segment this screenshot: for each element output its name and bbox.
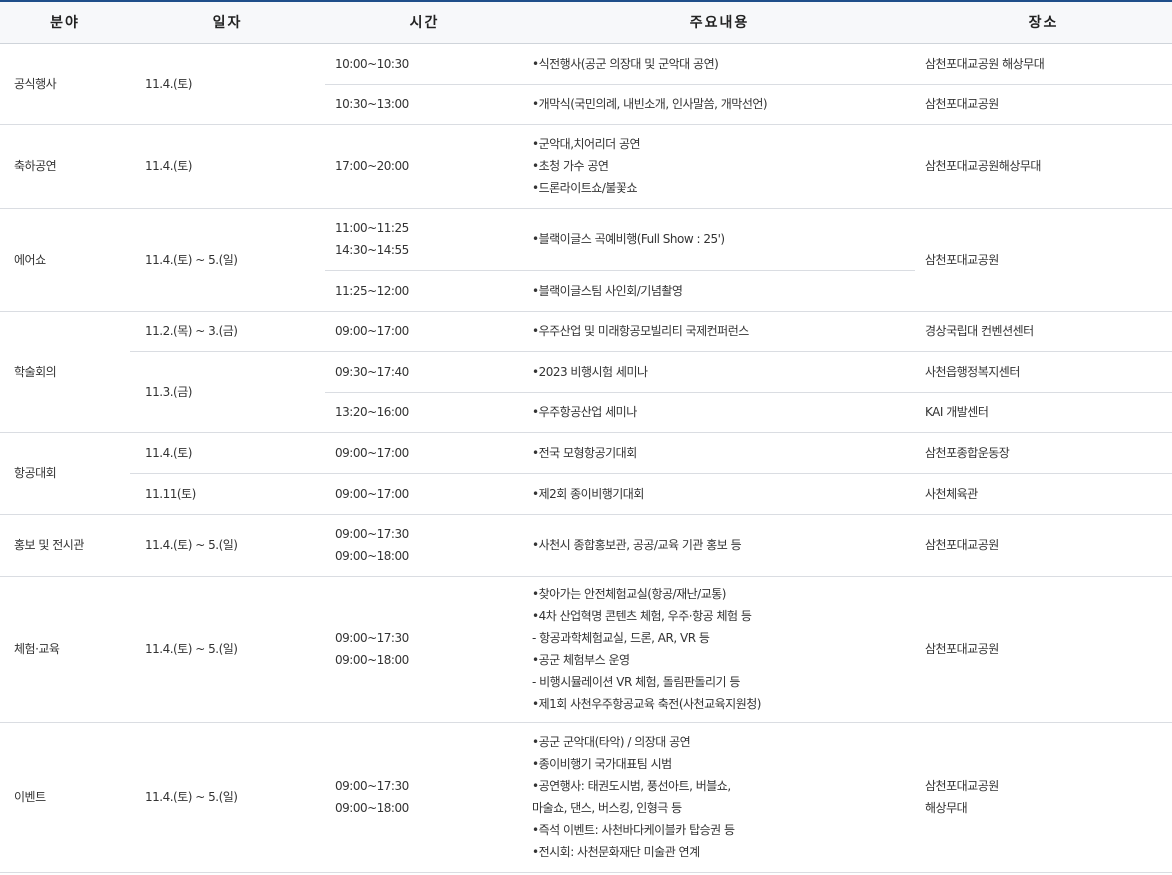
table-row: 11.3.(금) 09:30~17:40 •2023 비행시험 세미나 사천읍행… — [0, 351, 1172, 433]
content-cell: •찾아가는 안전체험교실(항공/재난/교통) •4차 산업혁명 콘텐츠 체험, … — [524, 576, 915, 723]
header-field: 분야 — [0, 0, 130, 44]
place-cell: 사천읍행정복지센터 — [915, 351, 1172, 393]
time-cell: 11:25~12:00 — [325, 270, 524, 312]
content-cell: •우주항공산업 세미나 — [524, 392, 915, 433]
content-line: •공연행사: 태권도시범, 풍선아트, 버블쇼, — [532, 779, 731, 793]
table-row: 11.11(토) 09:00~17:00 •제2회 종이비행기대회 사천체육관 — [0, 473, 1172, 515]
content-cell: •식전행사(공군 의장대 및 군악대 공연) — [524, 43, 915, 85]
content-line: •찾아가는 안전체험교실(항공/재난/교통) — [532, 587, 726, 601]
time-line: 09:00~18:00 — [335, 549, 409, 563]
content-line: •종이비행기 국가대표팀 시범 — [532, 757, 672, 771]
place-cell: 삼천포대교공원해상무대 — [915, 124, 1172, 209]
table-row: 에어쇼 11.4.(토) ~ 5.(일) 11:00~11:25 14:30~1… — [0, 208, 1172, 312]
time-cell: 13:20~16:00 — [325, 392, 524, 433]
time-cell: 10:30~13:00 — [325, 84, 524, 125]
time-cell: 09:00~17:30 09:00~18:00 — [325, 722, 524, 873]
content-cell: •제2회 종이비행기대회 — [524, 473, 915, 515]
content-line: •즉석 이벤트: 사천바다케이블카 탑승권 등 — [532, 823, 735, 837]
time-cell: 09:00~17:00 — [325, 432, 524, 474]
field-cell: 학술회의 — [0, 311, 130, 433]
time-cell: 10:00~10:30 — [325, 43, 524, 85]
date-cell: 11.4.(토) — [130, 43, 325, 125]
date-cell: 11.4.(토) ~ 5.(일) — [130, 208, 325, 312]
table-row: 홍보 및 전시관 11.4.(토) ~ 5.(일) 09:00~17:30 09… — [0, 514, 1172, 577]
date-cell: 11.4.(토) ~ 5.(일) — [130, 722, 325, 873]
content-line: •전시회: 사천문화재단 미술관 연계 — [532, 845, 700, 859]
content-line: •공군 군악대(타악) / 의장대 공연 — [532, 735, 691, 749]
content-cell: •2023 비행시험 세미나 — [524, 351, 915, 393]
place-line: 해상무대 — [925, 801, 968, 815]
date-cell: 11.2.(목) ~ 3.(금) — [130, 311, 325, 352]
content-line: - 항공과학체험교실, 드론, AR, VR 등 — [532, 631, 710, 645]
place-cell: KAI 개발센터 — [915, 392, 1172, 433]
table-row: 공식행사 11.4.(토) 10:00~10:30 •식전행사(공군 의장대 및… — [0, 43, 1172, 125]
time-cell: 09:00~17:30 09:00~18:00 — [325, 514, 524, 577]
date-cell: 11.4.(토) — [130, 124, 325, 209]
time-cell: 17:00~20:00 — [325, 124, 524, 209]
date-cell: 11.4.(토) ~ 5.(일) — [130, 576, 325, 723]
content-cell: •군악대,치어리더 공연 •초청 가수 공연 •드론라이트쇼/불꽃쇼 — [524, 124, 915, 209]
header-time: 시간 — [325, 0, 524, 44]
table-row: 이벤트 11.4.(토) ~ 5.(일) 09:00~17:30 09:00~1… — [0, 722, 1172, 873]
header-date: 일자 — [130, 0, 325, 44]
time-cell: 09:30~17:40 — [325, 351, 524, 393]
festival-schedule-table: 분야 일자 시간 주요내용 장소 공식행사 11.4.(토) 10:00~10:… — [0, 0, 1172, 873]
date-cell: 11.11(토) — [130, 473, 325, 515]
content-line: •초청 가수 공연 — [532, 159, 609, 173]
time-cell: 09:00~17:30 09:00~18:00 — [325, 576, 524, 723]
field-cell: 체험·교육 — [0, 576, 130, 723]
field-cell: 에어쇼 — [0, 208, 130, 312]
content-cell: •블랙이글스팀 사인회/기념촬영 — [524, 270, 915, 312]
date-cell: 11.4.(토) ~ 5.(일) — [130, 514, 325, 577]
time-cell: 09:00~17:00 — [325, 473, 524, 515]
table-row: 항공대회 11.4.(토) 09:00~17:00 •전국 모형항공기대회 삼천… — [0, 432, 1172, 515]
content-line: - 비행시뮬레이션 VR 체험, 돌림판돌리기 등 — [532, 675, 740, 689]
field-cell: 축하공연 — [0, 124, 130, 209]
header-place: 장소 — [915, 0, 1172, 44]
time-cell: 09:00~17:00 — [325, 311, 524, 352]
table-row: 학술회의 11.2.(목) ~ 3.(금) 09:00~17:00 •우주산업 … — [0, 311, 1172, 433]
time-line: 09:00~18:00 — [335, 653, 409, 667]
field-cell: 홍보 및 전시관 — [0, 514, 130, 577]
time-line: 11:00~11:25 — [335, 221, 409, 235]
table-header-row: 분야 일자 시간 주요내용 장소 — [0, 0, 1172, 44]
place-cell: 삼천포대교공원 해상무대 — [915, 43, 1172, 85]
place-cell: 삼천포대교공원 — [915, 576, 1172, 723]
date-cell: 11.4.(토) — [130, 432, 325, 474]
content-line: •군악대,치어리더 공연 — [532, 137, 641, 151]
content-cell: •블랙이글스 곡예비행(Full Show : 25') — [524, 208, 915, 271]
place-cell: 삼천포종합운동장 — [915, 432, 1172, 474]
place-cell: 삼천포대교공원 — [915, 84, 1172, 125]
time-line: 09:00~18:00 — [335, 801, 409, 815]
time-cell: 11:00~11:25 14:30~14:55 — [325, 208, 524, 271]
place-cell: 삼천포대교공원 — [915, 514, 1172, 577]
content-cell: •개막식(국민의례, 내빈소개, 인사말씀, 개막선언) — [524, 84, 915, 125]
place-cell: 경상국립대 컨벤션센터 — [915, 311, 1172, 352]
place-cell: 삼천포대교공원 해상무대 — [915, 722, 1172, 873]
content-line: •4차 산업혁명 콘텐츠 체험, 우주·항공 체험 등 — [532, 609, 752, 623]
table-row: 체험·교육 11.4.(토) ~ 5.(일) 09:00~17:30 09:00… — [0, 576, 1172, 723]
content-line: •공군 체험부스 운영 — [532, 653, 630, 667]
place-cell: 사천체육관 — [915, 473, 1172, 515]
field-cell: 이벤트 — [0, 722, 130, 873]
time-line: 09:00~17:30 — [335, 527, 409, 541]
place-cell: 삼천포대교공원 — [915, 208, 1172, 312]
content-line: •드론라이트쇼/불꽃쇼 — [532, 181, 637, 195]
time-line: 14:30~14:55 — [335, 243, 409, 257]
time-line: 09:00~17:30 — [335, 779, 409, 793]
field-cell: 공식행사 — [0, 43, 130, 125]
table-row: 축하공연 11.4.(토) 17:00~20:00 •군악대,치어리더 공연 •… — [0, 124, 1172, 209]
content-cell: •전국 모형항공기대회 — [524, 432, 915, 474]
time-line: 09:00~17:30 — [335, 631, 409, 645]
header-content: 주요내용 — [524, 0, 915, 44]
place-line: 삼천포대교공원 — [925, 779, 999, 793]
content-line: •제1회 사천우주항공교육 축전(사천교육지원청) — [532, 697, 761, 711]
content-line: 마술쇼, 댄스, 버스킹, 인형극 등 — [532, 801, 682, 815]
content-cell: •공군 군악대(타악) / 의장대 공연 •종이비행기 국가대표팀 시범 •공연… — [524, 722, 915, 873]
date-cell: 11.3.(금) — [130, 351, 325, 433]
content-cell: •사천시 종합홍보관, 공공/교육 기관 홍보 등 — [524, 514, 915, 577]
content-cell: •우주산업 및 미래항공모빌리티 국제컨퍼런스 — [524, 311, 915, 352]
field-cell: 항공대회 — [0, 432, 130, 515]
